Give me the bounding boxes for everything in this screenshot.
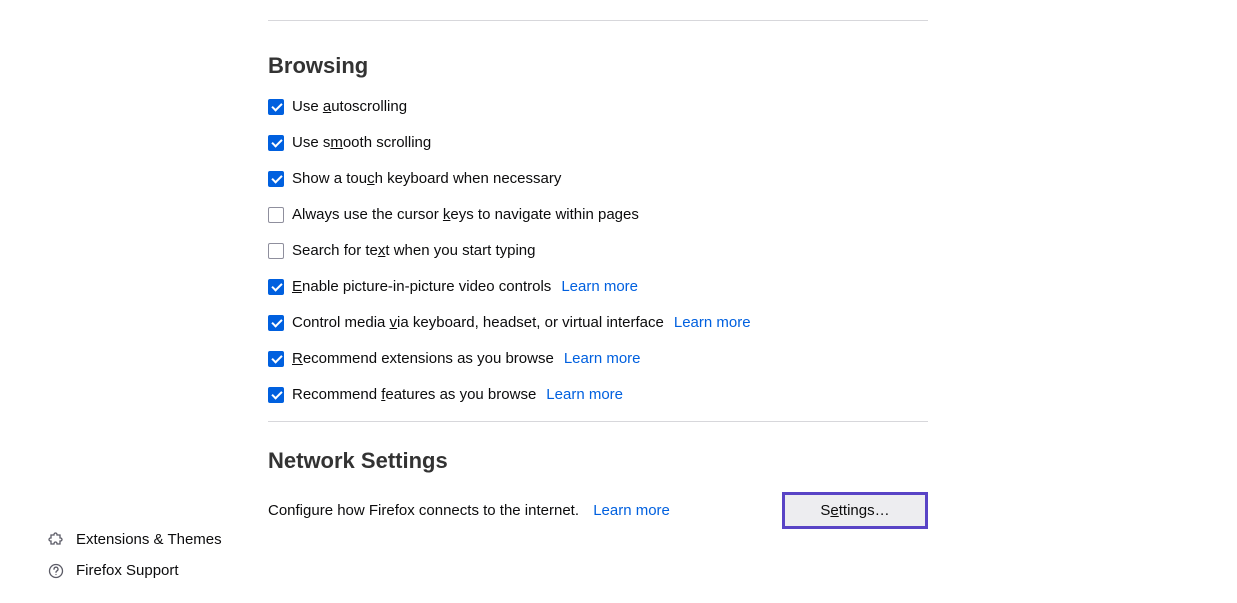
- puzzle-piece-icon: [48, 532, 64, 548]
- settings-panel: Browsing Use autoscrolling Use smooth scr…: [268, 0, 928, 529]
- browsing-option-row: Always use the cursor keys to navigate w…: [268, 205, 928, 225]
- network-description-wrap: Configure how Firefox connects to the in…: [268, 502, 670, 519]
- network-description: Configure how Firefox connects to the in…: [268, 502, 579, 519]
- label-post: ooth scrolling: [343, 134, 431, 151]
- label-accelerator: v: [390, 314, 398, 331]
- label-post: ecommend extensions as you browse: [303, 350, 554, 367]
- label-post: h keyboard when necessary: [375, 170, 562, 187]
- checkbox[interactable]: [268, 99, 284, 115]
- browsing-option-row: Use smooth scrolling: [268, 133, 928, 153]
- learn-more-link[interactable]: Learn more: [546, 385, 623, 405]
- sidebar-footer-links: Extensions & Themes Firefox Support: [48, 517, 222, 579]
- learn-more-link[interactable]: Learn more: [564, 349, 641, 369]
- button-text-pre: S: [820, 502, 830, 519]
- learn-more-link[interactable]: Learn more: [674, 313, 751, 333]
- checkbox-label[interactable]: Enable picture-in-picture video controls: [292, 277, 551, 297]
- checkbox-label[interactable]: Show a touch keyboard when necessary: [292, 169, 561, 189]
- label-pre: Always use the cursor: [292, 206, 443, 223]
- label-post: utoscrolling: [331, 98, 407, 115]
- learn-more-link[interactable]: Learn more: [561, 277, 638, 297]
- checkbox[interactable]: [268, 351, 284, 367]
- separator: [268, 421, 928, 422]
- checkbox[interactable]: [268, 135, 284, 151]
- network-row: Configure how Firefox connects to the in…: [268, 492, 928, 529]
- network-learn-more-link[interactable]: Learn more: [593, 502, 670, 519]
- label-pre: Use: [292, 98, 323, 115]
- separator: [268, 20, 928, 21]
- checkbox-label[interactable]: Use smooth scrolling: [292, 133, 431, 153]
- button-text-accel: e: [830, 502, 838, 519]
- checkbox-label[interactable]: Recommend extensions as you browse: [292, 349, 554, 369]
- label-pre: Control media: [292, 314, 390, 331]
- label-accelerator: E: [292, 278, 302, 295]
- label-accelerator: a: [323, 98, 331, 115]
- firefox-support-link[interactable]: Firefox Support: [48, 562, 222, 579]
- label-post: t when you start typing: [385, 242, 535, 259]
- network-section-title: Network Settings: [268, 448, 928, 474]
- label-post: eatures as you browse: [385, 386, 536, 403]
- checkbox-label[interactable]: Always use the cursor keys to navigate w…: [292, 205, 639, 225]
- browsing-option-row: Enable picture-in-picture video controls…: [268, 277, 928, 297]
- network-settings-button[interactable]: Settings…: [782, 492, 928, 529]
- label-post: ia keyboard, headset, or virtual interfa…: [397, 314, 664, 331]
- checkbox[interactable]: [268, 387, 284, 403]
- browsing-option-row: Show a touch keyboard when necessary: [268, 169, 928, 189]
- label-accelerator: c: [367, 170, 375, 187]
- support-label: Firefox Support: [76, 562, 179, 579]
- question-circle-icon: [48, 563, 64, 579]
- browsing-option-row: Use autoscrolling: [268, 97, 928, 117]
- extensions-and-themes-link[interactable]: Extensions & Themes: [48, 531, 222, 548]
- browsing-option-row: Recommend features as you browse Learn mo…: [268, 385, 928, 405]
- checkbox[interactable]: [268, 207, 284, 223]
- checkbox[interactable]: [268, 279, 284, 295]
- browsing-option-row: Recommend extensions as you browse Learn …: [268, 349, 928, 369]
- browsing-option-row: Control media via keyboard, headset, or …: [268, 313, 928, 333]
- button-text-post: ttings…: [839, 502, 890, 519]
- label-post: eys to navigate within pages: [450, 206, 638, 223]
- browsing-options: Use autoscrolling Use smooth scrolling Sho…: [268, 97, 928, 405]
- label-pre: Show a tou: [292, 170, 367, 187]
- extensions-label: Extensions & Themes: [76, 531, 222, 548]
- label-accelerator: m: [330, 134, 343, 151]
- label-pre: Recommend: [292, 386, 381, 403]
- checkbox-label[interactable]: Search for text when you start typing: [292, 241, 535, 261]
- checkbox[interactable]: [268, 171, 284, 187]
- label-pre: Use s: [292, 134, 330, 151]
- label-pre: Search for te: [292, 242, 378, 259]
- checkbox[interactable]: [268, 243, 284, 259]
- checkbox-label[interactable]: Recommend features as you browse: [292, 385, 536, 405]
- checkbox-label[interactable]: Use autoscrolling: [292, 97, 407, 117]
- checkbox-label[interactable]: Control media via keyboard, headset, or …: [292, 313, 664, 333]
- checkbox[interactable]: [268, 315, 284, 331]
- browsing-option-row: Search for text when you start typing: [268, 241, 928, 261]
- browsing-section-title: Browsing: [268, 53, 928, 79]
- label-post: nable picture-in-picture video controls: [302, 278, 551, 295]
- label-accelerator: R: [292, 350, 303, 367]
